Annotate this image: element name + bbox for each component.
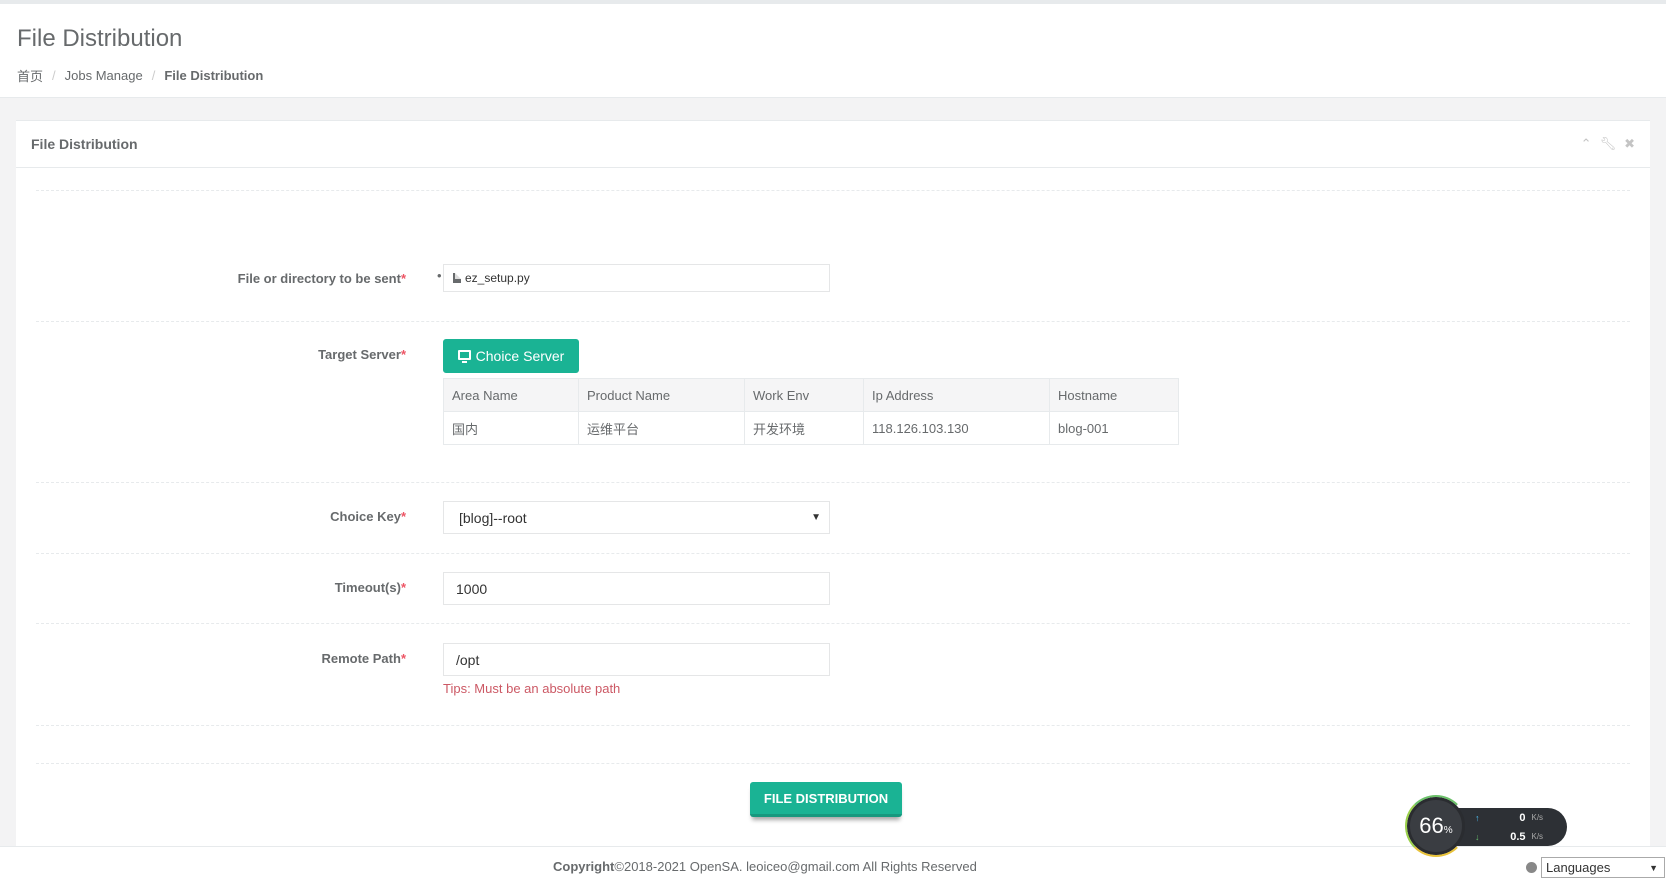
breadcrumb-separator: / <box>151 68 156 83</box>
breadcrumb: 首页 / Jobs Manage / File Distribution <box>17 66 1649 85</box>
file-selector[interactable]: ez_setup.py <box>443 264 830 292</box>
download-unit: K/s <box>1531 832 1544 841</box>
choice-key-value: [blog]--root <box>459 509 527 526</box>
cell-ip: 118.126.103.130 <box>863 411 1050 445</box>
divider <box>36 553 1630 554</box>
divider <box>36 763 1630 764</box>
remote-path-label: Remote Path* <box>321 651 406 666</box>
timeout-label: Timeout(s)* <box>334 580 406 595</box>
file-name: ez_setup.py <box>465 271 530 285</box>
breadcrumb-separator: / <box>52 68 56 83</box>
footer: Copyright©2018-2021 OpenSA. leoiceo@gmai… <box>0 846 1666 881</box>
col-area-name: Area Name <box>443 378 579 412</box>
wrench-icon[interactable]: 🔧︎ <box>1600 136 1617 152</box>
desktop-icon <box>457 350 471 363</box>
cell-hostname: blog-001 <box>1049 411 1179 445</box>
cell-env: 开发环境 <box>744 411 864 445</box>
language-select[interactable]: Languages ▼ <box>1541 857 1665 878</box>
col-product-name: Product Name <box>578 378 745 412</box>
file-icon <box>453 273 461 283</box>
arrow-up-icon: ↑ <box>1475 812 1480 823</box>
divider <box>36 321 1630 322</box>
choice-key-label: Choice Key* <box>330 509 406 524</box>
choice-server-label: Choice Server <box>475 348 565 364</box>
table-row[interactable]: 国内 运维平台 开发环境 118.126.103.130 blog-001 <box>443 411 1179 445</box>
caret-down-icon: ▼ <box>811 512 821 523</box>
panel-title: File Distribution <box>31 136 138 152</box>
bullet: • <box>437 268 442 283</box>
caret-down-icon: ▼ <box>1649 862 1658 873</box>
panel-tools: ⌃ 🔧︎ ✖ <box>1581 136 1635 152</box>
remote-path-tip: Tips: Must be an absolute path <box>443 681 621 696</box>
cell-area: 国内 <box>443 411 579 445</box>
remote-path-input[interactable]: /opt <box>443 643 830 676</box>
divider <box>36 623 1630 624</box>
breadcrumb-home[interactable]: 首页 <box>17 66 43 85</box>
server-table: Area Name Product Name Work Env Ip Addre… <box>443 378 1179 445</box>
page-title: File Distribution <box>17 25 183 52</box>
choice-key-select[interactable]: [blog]--root ▼ <box>443 501 830 534</box>
table-header-row: Area Name Product Name Work Env Ip Addre… <box>443 378 1179 412</box>
globe-icon <box>1526 862 1537 873</box>
timeout-input[interactable]: 1000 <box>443 572 830 605</box>
cell-product: 运维平台 <box>578 411 745 445</box>
divider <box>36 725 1630 726</box>
upload-speed: 0 <box>1519 811 1526 824</box>
col-ip-address: Ip Address <box>863 378 1050 412</box>
chevron-up-icon[interactable]: ⌃ <box>1581 136 1592 152</box>
language-switcher: Languages ▼ <box>1526 857 1665 878</box>
upload-unit: K/s <box>1531 813 1544 822</box>
file-distribution-panel: File Distribution ⌃ 🔧︎ ✖ File or directo… <box>16 120 1650 850</box>
divider <box>36 482 1630 483</box>
page-heading: File Distribution 首页 / Jobs Manage / Fil… <box>0 4 1666 98</box>
file-distribution-button[interactable]: FILE DISTRIBUTION <box>750 782 902 817</box>
file-label: File or directory to be sent* <box>237 271 406 286</box>
choice-server-button[interactable]: Choice Server <box>443 339 579 373</box>
col-work-env: Work Env <box>744 378 864 412</box>
panel-header: File Distribution ⌃ 🔧︎ ✖ <box>16 121 1650 168</box>
gauge-ring <box>1405 795 1467 857</box>
breadcrumb-jobs-manage[interactable]: Jobs Manage <box>65 68 143 83</box>
arrow-down-icon: ↓ <box>1475 831 1480 842</box>
copyright: Copyright©2018-2021 OpenSA. leoiceo@gmai… <box>553 859 977 874</box>
divider <box>36 190 1630 191</box>
target-server-label: Target Server* <box>318 347 406 362</box>
language-select-value: Languages <box>1546 860 1611 875</box>
col-hostname: Hostname <box>1049 378 1179 412</box>
download-row: ↓ 0.5 K/s <box>1475 827 1567 846</box>
upload-row: ↑ 0 K/s <box>1475 808 1567 827</box>
close-icon[interactable]: ✖ <box>1624 136 1635 152</box>
download-speed: 0.5 <box>1510 830 1526 843</box>
breadcrumb-current: File Distribution <box>164 68 264 83</box>
